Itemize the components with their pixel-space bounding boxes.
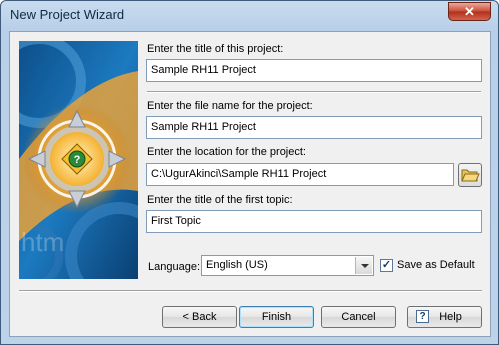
project-title-label: Enter the title of this project: — [147, 43, 284, 55]
project-title-input[interactable]: Sample RH11 Project — [146, 59, 482, 82]
button-separator — [19, 290, 482, 292]
file-name-input[interactable]: Sample RH11 Project — [146, 116, 482, 139]
finish-button[interactable]: Finish — [239, 306, 314, 328]
browse-folder-button[interactable] — [458, 163, 482, 187]
language-select[interactable]: English (US) — [201, 255, 374, 276]
separator — [147, 91, 481, 93]
wizard-body: ? htm Enter the title of this project: S… — [9, 31, 491, 337]
language-selected-value: English (US) — [206, 259, 268, 271]
back-button[interactable]: < Back — [162, 306, 237, 328]
file-name-label: Enter the file name for the project: — [147, 100, 313, 112]
cancel-button[interactable]: Cancel — [321, 306, 396, 328]
new-project-wizard-window: New Project Wizard ✕ ? htm Enter the tit… — [0, 0, 499, 345]
first-topic-input[interactable]: First Topic — [146, 210, 482, 233]
help-button[interactable]: ? Help — [407, 306, 482, 328]
watermark-text: htm — [21, 227, 64, 257]
language-label: Language: — [148, 261, 200, 273]
help-button-label: Help — [439, 311, 462, 323]
wizard-banner-art: ? htm — [19, 41, 138, 279]
window-title: New Project Wizard — [10, 7, 125, 22]
folder-open-icon — [461, 169, 480, 182]
title-bar[interactable]: New Project Wizard ✕ — [1, 1, 498, 29]
location-input[interactable]: C:\UgurAkinci\Sample RH11 Project — [146, 163, 454, 186]
close-icon: ✕ — [464, 4, 475, 19]
checkmark-icon: ✓ — [381, 259, 392, 271]
chevron-down-icon[interactable] — [355, 257, 372, 274]
first-topic-label: Enter the title of the first topic: — [147, 194, 293, 206]
location-label: Enter the location for the project: — [147, 146, 306, 158]
question-icon: ? — [74, 154, 81, 166]
help-icon: ? — [416, 310, 429, 323]
close-button[interactable]: ✕ — [448, 2, 491, 21]
wizard-banner-graphic: ? htm — [19, 41, 138, 279]
save-as-default-checkbox[interactable]: ✓ — [380, 259, 393, 272]
save-as-default-label: Save as Default — [397, 259, 475, 271]
